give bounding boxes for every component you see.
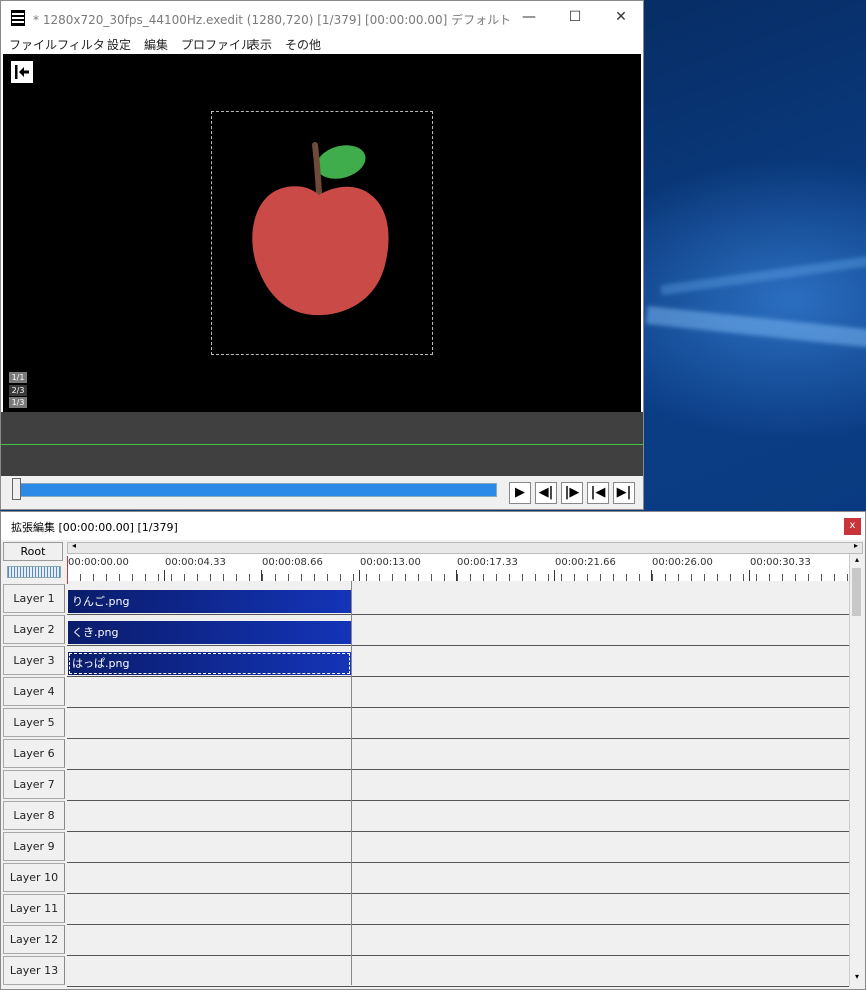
minimize-button[interactable]: — — [506, 1, 552, 33]
menu-other[interactable]: その他 — [285, 36, 321, 53]
window-title: * 1280x720_30fps_44100Hz.exedit (1280,72… — [33, 13, 512, 27]
ruler-label: 00:00:04.33 — [165, 557, 226, 568]
menu-view[interactable]: 表示 — [248, 36, 272, 53]
ruler-major-tick — [456, 570, 457, 581]
zoom-slider[interactable] — [7, 566, 61, 578]
vertical-scroll-thumb[interactable] — [852, 568, 861, 616]
menu-settings[interactable]: 設定 — [107, 36, 131, 53]
layer-row[interactable] — [67, 770, 849, 801]
ruler-major-tick — [164, 570, 165, 581]
back-to-start-icon[interactable] — [11, 61, 33, 83]
audio-waveform-area — [1, 412, 643, 476]
clip-apple[interactable]: りんご.png — [68, 590, 351, 613]
ruler-label: 00:00:30.33 — [750, 557, 811, 568]
menu-edit[interactable]: 編集 — [144, 36, 168, 53]
ruler-label: 00:00:00.00 — [68, 557, 129, 568]
layer-row[interactable] — [67, 956, 849, 987]
layer-label[interactable]: Layer 7 — [3, 770, 65, 799]
audio-level-line — [1, 444, 643, 445]
clip-leaf[interactable]: はっぱ.png — [68, 652, 351, 675]
scene-end-marker — [351, 581, 352, 985]
layer-row[interactable] — [67, 832, 849, 863]
apple-image — [252, 142, 389, 316]
prev-frame-icon[interactable]: ◀| — [535, 482, 557, 504]
ruler-major-tick — [359, 570, 360, 581]
horizontal-scrollbar[interactable]: ◂ ▸ — [67, 541, 863, 554]
playback-bar: ▶ ◀| |▶ |◀ ▶| — [1, 476, 643, 509]
menu-file[interactable]: ファイル — [9, 36, 57, 53]
scroll-up-icon[interactable]: ▴ — [850, 555, 864, 564]
timeline-title-bar[interactable]: 拡張編集 [00:00:00.00] [1/379] x — [1, 512, 865, 540]
layer-indicator: 1/3 — [9, 397, 27, 408]
light-beam — [660, 254, 866, 296]
seek-thumb[interactable] — [12, 478, 21, 500]
ruler-major-tick — [651, 570, 652, 581]
ruler-label: 00:00:13.00 — [360, 557, 421, 568]
ruler-label: 00:00:21.66 — [555, 557, 616, 568]
layer-row[interactable] — [67, 708, 849, 739]
video-preview[interactable]: 1/1 2/3 1/3 — [3, 54, 641, 412]
light-beam — [645, 306, 866, 348]
layer-row[interactable] — [67, 894, 849, 925]
menu-profile[interactable]: プロファイル — [181, 36, 253, 53]
ruler-major-tick — [749, 570, 750, 581]
root-button[interactable]: Root — [3, 542, 63, 561]
to-start-icon[interactable]: |◀ — [587, 482, 609, 504]
film-icon — [11, 10, 25, 26]
ruler-major-tick — [261, 570, 262, 581]
layer-label[interactable]: Layer 10 — [3, 863, 65, 892]
ruler-label: 00:00:08.66 — [262, 557, 323, 568]
layer-label[interactable]: Layer 11 — [3, 894, 65, 923]
layer-label[interactable]: Layer 12 — [3, 925, 65, 954]
layer-row[interactable] — [67, 863, 849, 894]
menu-bar: ファイル フィルタ 設定 編集 プロファイル 表示 その他 — [1, 35, 643, 53]
scroll-down-icon[interactable]: ▾ — [850, 972, 864, 981]
layer-label[interactable]: Layer 4 — [3, 677, 65, 706]
ruler-major-tick — [554, 570, 555, 581]
ruler-ticks — [67, 574, 849, 581]
layer-label[interactable]: Layer 2 — [3, 615, 65, 644]
scroll-left-icon[interactable]: ◂ — [68, 541, 80, 550]
layer-label[interactable]: Layer 1 — [3, 584, 65, 613]
menu-filter[interactable]: フィルタ — [57, 36, 105, 53]
playhead-cursor[interactable] — [67, 556, 68, 586]
layer-label[interactable]: Layer 3 — [3, 646, 65, 675]
layer-row[interactable] — [67, 739, 849, 770]
layer-row[interactable] — [67, 925, 849, 956]
layer-label[interactable]: Layer 6 — [3, 739, 65, 768]
layer-label[interactable]: Layer 8 — [3, 801, 65, 830]
play-icon[interactable]: ▶ — [509, 482, 531, 504]
clip-stem[interactable]: くき.png — [68, 621, 351, 644]
next-frame-icon[interactable]: |▶ — [561, 482, 583, 504]
timeline-window: 拡張編集 [00:00:00.00] [1/379] x Root ◂ ▸ 00… — [0, 511, 866, 990]
seek-slider[interactable] — [19, 483, 497, 497]
vertical-scrollbar[interactable]: ▴ ▾ — [849, 554, 863, 986]
to-end-icon[interactable]: ▶| — [613, 482, 635, 504]
scroll-right-icon[interactable]: ▸ — [850, 541, 862, 550]
ruler-label: 00:00:17.33 — [457, 557, 518, 568]
layer-row[interactable] — [67, 677, 849, 708]
timeline-title: 拡張編集 [00:00:00.00] [1/379] — [11, 521, 178, 534]
layer-label[interactable]: Layer 9 — [3, 832, 65, 861]
layer-row[interactable] — [67, 801, 849, 832]
time-ruler[interactable]: 00:00:00.00 00:00:04.33 00:00:08.66 00:0… — [67, 554, 849, 581]
close-button[interactable]: ✕ — [598, 1, 644, 33]
layer-label[interactable]: Layer 13 — [3, 956, 65, 985]
maximize-button[interactable]: ☐ — [552, 1, 598, 33]
layer-indicator: 2/3 — [9, 385, 27, 396]
layer-indicator: 1/1 — [9, 372, 27, 383]
layer-label[interactable]: Layer 5 — [3, 708, 65, 737]
timeline-close-button[interactable]: x — [844, 518, 861, 535]
main-window: * 1280x720_30fps_44100Hz.exedit (1280,72… — [0, 0, 644, 510]
ruler-label: 00:00:26.00 — [652, 557, 713, 568]
title-bar[interactable]: * 1280x720_30fps_44100Hz.exedit (1280,72… — [1, 1, 643, 35]
